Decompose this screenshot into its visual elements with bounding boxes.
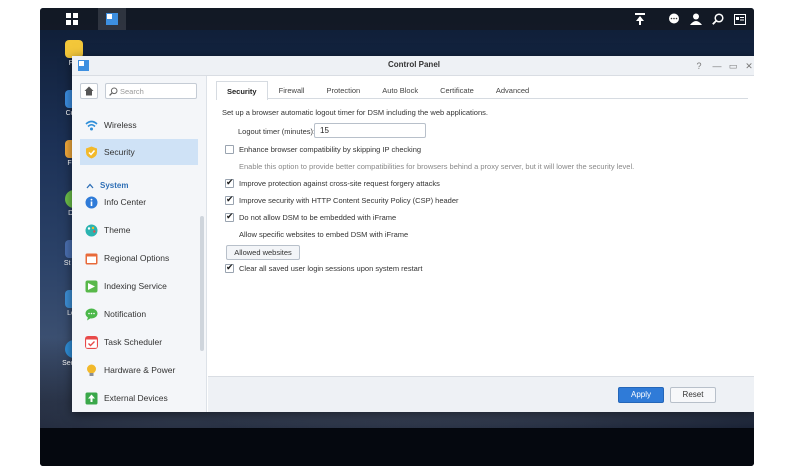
desktop: Pa Cont File DS St Ma Log Securit xyxy=(40,8,754,466)
sidebar-item-label: Hardware & Power xyxy=(104,365,176,375)
sidebar-item-label: Security xyxy=(104,147,135,157)
sidebar-item-label: Indexing Service xyxy=(104,281,167,291)
search-input[interactable] xyxy=(120,86,194,97)
security-settings-panel: Security Firewall Protection Auto Block … xyxy=(208,76,754,412)
sidebar-item-hardware-power[interactable]: Hardware & Power xyxy=(80,357,198,383)
sidebar-item-theme[interactable]: Theme xyxy=(80,217,198,243)
search-icon xyxy=(109,87,118,96)
iframe-block-checkbox[interactable] xyxy=(225,211,234,222)
enhance-compatibility-checkbox[interactable] xyxy=(225,145,234,154)
tab-firewall[interactable]: Firewall xyxy=(268,81,316,99)
control-panel-window: Control Panel ? — ▭ ✕ Wireless Security xyxy=(72,56,754,412)
clear-sessions-label: Clear all saved user login sessions upon… xyxy=(239,264,423,273)
main-menu-icon[interactable] xyxy=(58,8,86,30)
sidebar-item-regional-options[interactable]: Regional Options xyxy=(80,245,198,271)
sidebar-item-label: Theme xyxy=(104,225,131,235)
sidebar: Wireless Security System Info Center The… xyxy=(72,76,207,412)
enhance-compatibility-label: Enhance browser compatibility by skippin… xyxy=(239,145,422,154)
csp-header-label: Improve security with HTTP Content Secur… xyxy=(239,196,459,205)
sidebar-item-label: Info Center xyxy=(104,197,147,207)
help-button[interactable]: ? xyxy=(692,59,706,73)
sidebar-item-wireless[interactable]: Wireless xyxy=(80,112,198,138)
home-icon xyxy=(84,86,94,96)
sidebar-item-task-scheduler[interactable]: Task Scheduler xyxy=(80,329,198,355)
logout-timer-label: Logout timer (minutes): xyxy=(238,127,316,136)
sidebar-item-indexing-service[interactable]: Indexing Service xyxy=(80,273,198,299)
task-scheduler-icon xyxy=(85,335,98,349)
sidebar-item-label: Task Scheduler xyxy=(104,337,163,347)
chevron-up-icon xyxy=(86,183,94,188)
reset-button[interactable]: Reset xyxy=(670,387,716,403)
maximize-button[interactable]: ▭ xyxy=(726,59,740,73)
sidebar-item-label: Wireless xyxy=(104,120,137,130)
calendar-icon xyxy=(85,253,98,264)
control-panel-app-icon[interactable] xyxy=(98,8,126,30)
external-device-icon xyxy=(85,392,98,404)
tab-bar: Security Firewall Protection Auto Block … xyxy=(216,81,748,100)
clear-sessions-checkbox[interactable] xyxy=(225,262,234,273)
tab-certificate[interactable]: Certificate xyxy=(429,81,485,99)
sidebar-search[interactable] xyxy=(105,83,197,99)
sidebar-item-security[interactable]: Security xyxy=(80,139,198,165)
sidebar-item-external-devices[interactable]: External Devices xyxy=(80,385,198,411)
sidebar-item-info-center[interactable]: Info Center xyxy=(80,189,198,215)
info-icon xyxy=(85,196,98,208)
iframe-allow-hint: Allow specific websites to embed DSM wit… xyxy=(239,230,409,239)
sidebar-item-label: Notification xyxy=(104,309,147,319)
lightbulb-icon xyxy=(87,364,96,376)
tab-protection[interactable]: Protection xyxy=(315,81,371,99)
widgets-icon[interactable] xyxy=(726,8,754,30)
taskbar xyxy=(40,8,754,30)
window-title: Control Panel xyxy=(387,60,440,69)
logout-intro-text: Set up a browser automatic logout timer … xyxy=(222,108,488,117)
csrf-protection-checkbox[interactable] xyxy=(225,177,234,188)
logout-timer-input[interactable]: 15 xyxy=(314,123,426,138)
speech-bubble-icon xyxy=(85,308,98,320)
csp-header-checkbox[interactable] xyxy=(225,194,234,205)
wifi-icon xyxy=(85,120,98,130)
footer-bar: Apply Reset xyxy=(208,376,754,412)
tab-auto-block[interactable]: Auto Block xyxy=(371,81,429,99)
iframe-block-label: Do not allow DSM to be embedded with iFr… xyxy=(239,213,397,222)
upload-icon[interactable] xyxy=(626,8,654,30)
minimize-button[interactable]: — xyxy=(710,59,724,73)
home-button[interactable] xyxy=(80,83,98,99)
tab-security[interactable]: Security xyxy=(216,81,268,100)
allowed-websites-button[interactable]: Allowed websites xyxy=(226,245,300,260)
apply-button[interactable]: Apply xyxy=(618,387,664,403)
palette-icon xyxy=(85,224,98,236)
shield-icon xyxy=(86,146,97,158)
window-titlebar[interactable]: Control Panel ? — ▭ ✕ xyxy=(72,56,754,76)
sidebar-item-notification[interactable]: Notification xyxy=(80,301,198,327)
csrf-protection-label: Improve protection against cross-site re… xyxy=(239,179,440,188)
tab-advanced[interactable]: Advanced xyxy=(485,81,540,99)
desktop-wallpaper-ground xyxy=(40,428,754,466)
sidebar-scrollbar[interactable] xyxy=(200,216,204,351)
indexing-icon xyxy=(85,280,98,292)
sidebar-item-label: Regional Options xyxy=(104,253,170,263)
close-button[interactable]: ✕ xyxy=(742,59,754,73)
sidebar-item-label: External Devices xyxy=(104,393,168,403)
enhance-compatibility-hint: Enable this option to provide better com… xyxy=(239,162,635,171)
